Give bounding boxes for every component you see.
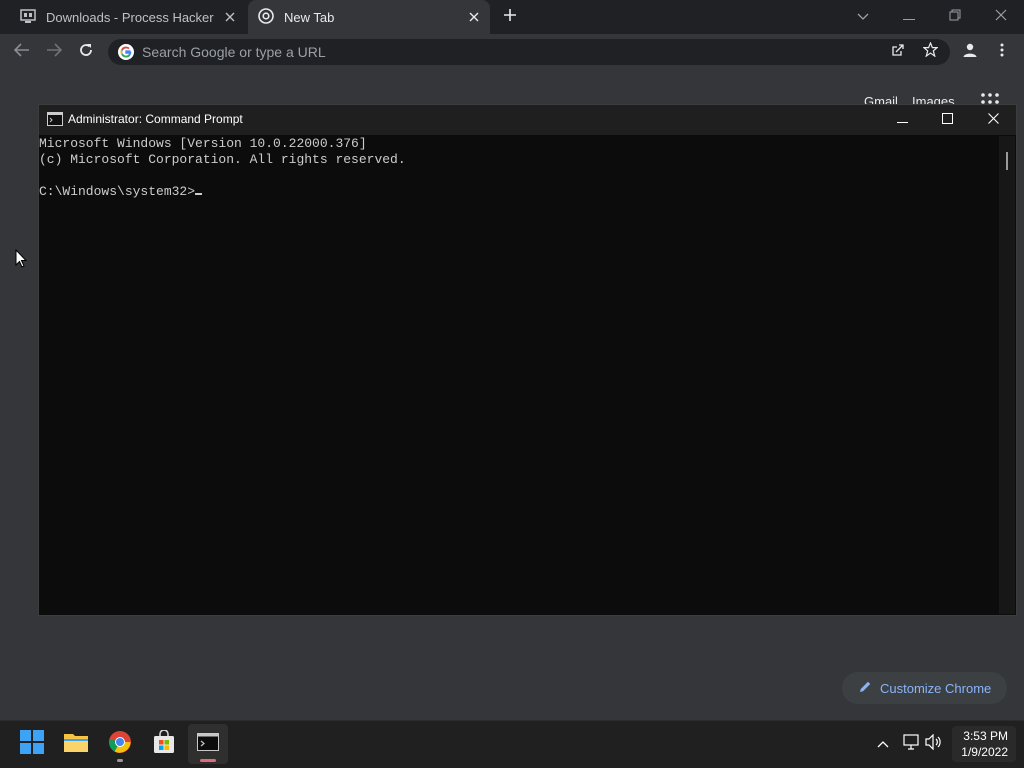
chrome-taskbar-button[interactable] (100, 724, 140, 764)
omnibox-placeholder: Search Google or type a URL (142, 44, 326, 60)
share-button[interactable] (884, 34, 912, 70)
network-icon (902, 733, 920, 755)
tab-new-tab[interactable]: New Tab (248, 0, 490, 34)
customize-label: Customize Chrome (880, 680, 992, 696)
customize-chrome-button[interactable]: Customize Chrome (842, 672, 1007, 704)
console-output[interactable]: Microsoft Windows [Version 10.0.22000.37… (39, 136, 999, 614)
tab-process-hacker[interactable]: Downloads - Process Hacker (10, 0, 246, 34)
console-line: Microsoft Windows [Version 10.0.22000.37… (39, 136, 367, 151)
reload-icon (78, 42, 94, 63)
cmd-close-button[interactable] (970, 105, 1016, 135)
minimize-button[interactable] (886, 0, 932, 34)
forward-button[interactable] (40, 34, 68, 70)
running-indicator (200, 759, 216, 762)
chevron-down-icon (857, 8, 869, 26)
plus-icon (503, 8, 517, 27)
file-explorer-icon (63, 731, 89, 758)
start-icon (20, 729, 44, 759)
bookmark-button[interactable] (916, 34, 944, 70)
restore-button[interactable] (932, 0, 978, 34)
cmd-maximize-button[interactable] (924, 105, 970, 135)
running-indicator (117, 759, 123, 762)
restore-icon (949, 8, 961, 26)
mouse-pointer-icon (15, 248, 28, 273)
star-icon (921, 41, 939, 62)
microsoft-store-button[interactable] (144, 724, 184, 764)
arrow-right-icon (46, 42, 63, 62)
chrome-icon (258, 7, 274, 27)
process-hacker-icon (20, 8, 36, 27)
minimize-icon (896, 111, 908, 129)
close-icon (987, 111, 999, 129)
cmd-title: Administrator: Command Prompt (68, 112, 243, 126)
kebab-menu-icon (1000, 43, 1004, 62)
tab-label: New Tab (284, 9, 335, 25)
terminal-icon (197, 732, 219, 756)
new-tab-button[interactable] (498, 5, 522, 29)
close-icon[interactable] (466, 9, 482, 25)
chrome-menu-button[interactable] (988, 34, 1016, 70)
chrome-icon (108, 730, 132, 759)
volume-icon (925, 733, 943, 755)
cmd-scrollbar[interactable] (999, 136, 1015, 614)
profile-button[interactable] (956, 34, 984, 70)
console-line: (c) Microsoft Corporation. All rights re… (39, 152, 406, 167)
profile-icon (962, 42, 978, 63)
volume-button[interactable] (923, 732, 945, 756)
back-button[interactable] (8, 34, 36, 70)
console-prompt-line: C:\Windows\system32> (39, 184, 999, 200)
maximize-icon (941, 111, 953, 129)
tab-search-button[interactable] (840, 0, 886, 34)
network-button[interactable] (900, 732, 922, 756)
close-icon[interactable] (222, 9, 238, 25)
clock-date: 1/9/2022 (961, 745, 1008, 759)
taskbar-clock[interactable]: 3:53 PM 1/9/2022 (952, 726, 1016, 762)
file-explorer-button[interactable] (56, 724, 96, 764)
share-icon (891, 43, 905, 62)
tab-label: Downloads - Process Hacker (46, 9, 214, 25)
clock-time: 3:53 PM (963, 729, 1008, 743)
start-button[interactable] (12, 724, 52, 764)
close-icon (995, 8, 1007, 26)
cmd-app-icon (47, 112, 63, 131)
pencil-icon (858, 680, 872, 697)
minimize-icon (903, 8, 915, 26)
close-window-button[interactable] (978, 0, 1024, 34)
reload-button[interactable] (72, 34, 100, 70)
text-cursor (195, 193, 203, 195)
cmd-scrollbar-thumb[interactable] (1006, 152, 1008, 170)
arrow-left-icon (13, 42, 30, 62)
show-hidden-icons-button[interactable] (872, 732, 894, 756)
google-icon (118, 44, 134, 65)
microsoft-store-icon (152, 728, 176, 759)
console-prompt: C:\Windows\system32> (39, 184, 196, 199)
chevron-up-icon (877, 735, 889, 753)
terminal-taskbar-button[interactable] (188, 724, 228, 764)
cmd-minimize-button[interactable] (879, 105, 925, 135)
